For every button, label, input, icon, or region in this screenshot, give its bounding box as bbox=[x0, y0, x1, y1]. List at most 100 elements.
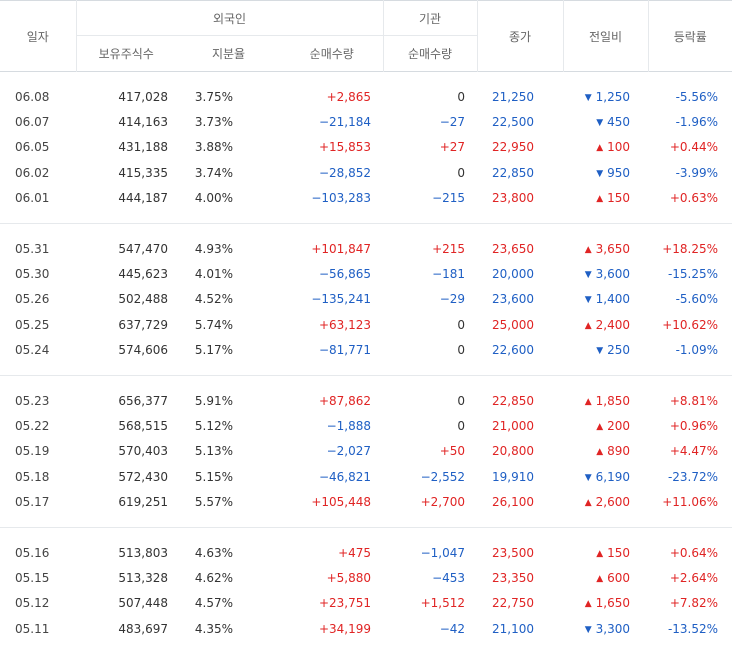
cell-rate: +10.62% bbox=[648, 312, 732, 337]
triangle-up-icon: ▲ bbox=[585, 498, 592, 508]
cell-change-value: 1,850 bbox=[596, 394, 630, 408]
cell-close: 20,800 bbox=[477, 439, 563, 464]
cell-inst-net: −42 bbox=[383, 616, 477, 641]
table-row: 05.26502,4884.52%−135,241−2923,600▼1,400… bbox=[0, 287, 732, 312]
cell-holdings: 431,188 bbox=[76, 135, 176, 160]
table-row: 06.07414,1633.73%−21,184−2722,500▼450-1.… bbox=[0, 109, 732, 134]
cell-foreign-net: +5,880 bbox=[281, 565, 383, 590]
cell-holdings: 619,251 bbox=[76, 489, 176, 514]
triangle-up-icon: ▲ bbox=[585, 245, 592, 255]
cell-date: 05.15 bbox=[0, 565, 76, 590]
cell-date: 05.26 bbox=[0, 287, 76, 312]
cell-change: ▲150 bbox=[563, 186, 648, 211]
cell-close: 22,600 bbox=[477, 338, 563, 363]
table-row: 05.15513,3284.62%+5,880−45323,350▲600+2.… bbox=[0, 565, 732, 590]
cell-date: 06.05 bbox=[0, 135, 76, 160]
cell-inst-net: 0 bbox=[383, 160, 477, 185]
cell-ratio: 5.13% bbox=[176, 439, 281, 464]
cell-change-value: 200 bbox=[607, 419, 630, 433]
table-row: 05.12507,4484.57%+23,751+1,51222,750▲1,6… bbox=[0, 591, 732, 616]
cell-change: ▼ 950 bbox=[563, 160, 648, 185]
cell-close: 22,750 bbox=[477, 591, 563, 616]
cell-date: 05.17 bbox=[0, 489, 76, 514]
cell-ratio: 3.74% bbox=[176, 160, 281, 185]
cell-close: 22,850 bbox=[477, 160, 563, 185]
cell-holdings: 570,403 bbox=[76, 439, 176, 464]
cell-inst-net: −1,047 bbox=[383, 540, 477, 565]
cell-foreign-net: −81,771 bbox=[281, 338, 383, 363]
cell-holdings: 444,187 bbox=[76, 186, 176, 211]
cell-holdings: 572,430 bbox=[76, 464, 176, 489]
cell-date: 05.24 bbox=[0, 338, 76, 363]
cell-holdings: 513,328 bbox=[76, 565, 176, 590]
triangle-up-icon: ▲ bbox=[585, 321, 592, 331]
cell-date: 06.08 bbox=[0, 84, 76, 109]
cell-holdings: 507,448 bbox=[76, 591, 176, 616]
col-header-inst-net: 순매수량 bbox=[383, 36, 477, 72]
cell-change: ▲150 bbox=[563, 540, 648, 565]
group-spacer bbox=[0, 515, 732, 528]
cell-close: 20,000 bbox=[477, 261, 563, 286]
col-header-rate: 등락률 bbox=[648, 1, 732, 72]
cell-foreign-net: −21,184 bbox=[281, 109, 383, 134]
cell-date: 05.23 bbox=[0, 388, 76, 413]
cell-inst-net: 0 bbox=[383, 338, 477, 363]
cell-inst-net: −181 bbox=[383, 261, 477, 286]
cell-foreign-net: −1,888 bbox=[281, 413, 383, 438]
col-header-date: 일자 bbox=[0, 1, 76, 72]
cell-inst-net: +2,700 bbox=[383, 489, 477, 514]
triangle-up-icon: ▲ bbox=[596, 422, 603, 432]
cell-rate: +2.64% bbox=[648, 565, 732, 590]
cell-rate: -15.25% bbox=[648, 261, 732, 286]
cell-change-value: 150 bbox=[607, 191, 630, 205]
cell-holdings: 502,488 bbox=[76, 287, 176, 312]
cell-change: ▲1,850 bbox=[563, 388, 648, 413]
triangle-up-icon: ▲ bbox=[596, 549, 603, 559]
investor-trading-table: 일자 외국인 기관 종가 전일비 등락률 보유주식수 지분율 순매수량 순매수량… bbox=[0, 0, 732, 653]
cell-date: 05.11 bbox=[0, 616, 76, 641]
cell-change: ▼1,400 bbox=[563, 287, 648, 312]
cell-change-value: 450 bbox=[607, 115, 630, 129]
table-row: 05.19570,4035.13%−2,027+5020,800▲890+4.4… bbox=[0, 439, 732, 464]
group-spacer bbox=[0, 528, 732, 540]
cell-rate: -5.60% bbox=[648, 287, 732, 312]
cell-inst-net: +215 bbox=[383, 236, 477, 261]
col-header-institution: 기관 bbox=[383, 1, 477, 36]
cell-change-value: 1,250 bbox=[596, 90, 630, 104]
triangle-up-icon: ▲ bbox=[585, 599, 592, 609]
cell-foreign-net: +475 bbox=[281, 540, 383, 565]
cell-date: 05.12 bbox=[0, 591, 76, 616]
cell-rate: -5.56% bbox=[648, 84, 732, 109]
cell-ratio: 5.15% bbox=[176, 464, 281, 489]
cell-ratio: 5.57% bbox=[176, 489, 281, 514]
cell-foreign-net: −2,027 bbox=[281, 439, 383, 464]
col-header-change: 전일비 bbox=[563, 1, 648, 72]
cell-change-value: 3,300 bbox=[596, 622, 630, 636]
cell-rate: +18.25% bbox=[648, 236, 732, 261]
cell-holdings: 574,606 bbox=[76, 338, 176, 363]
cell-close: 23,600 bbox=[477, 287, 563, 312]
group-spacer bbox=[0, 641, 732, 653]
cell-inst-net: 0 bbox=[383, 413, 477, 438]
col-header-holdings: 보유주식수 bbox=[76, 36, 176, 72]
cell-inst-net: −2,552 bbox=[383, 464, 477, 489]
cell-ratio: 3.73% bbox=[176, 109, 281, 134]
triangle-down-icon: ▼ bbox=[585, 625, 592, 635]
cell-ratio: 3.88% bbox=[176, 135, 281, 160]
group-spacer bbox=[0, 211, 732, 224]
table-row: 06.05431,1883.88%+15,853+2722,950▲100+0.… bbox=[0, 135, 732, 160]
cell-holdings: 547,470 bbox=[76, 236, 176, 261]
cell-foreign-net: +34,199 bbox=[281, 616, 383, 641]
cell-close: 22,850 bbox=[477, 388, 563, 413]
cell-ratio: 4.93% bbox=[176, 236, 281, 261]
cell-change-value: 2,600 bbox=[596, 495, 630, 509]
cell-holdings: 637,729 bbox=[76, 312, 176, 337]
triangle-down-icon: ▼ bbox=[596, 169, 603, 179]
cell-close: 21,250 bbox=[477, 84, 563, 109]
cell-close: 22,950 bbox=[477, 135, 563, 160]
cell-change-value: 950 bbox=[607, 166, 630, 180]
table-row: 05.18572,4305.15%−46,821−2,55219,910▼6,1… bbox=[0, 464, 732, 489]
cell-change: ▲3,650 bbox=[563, 236, 648, 261]
cell-inst-net: −453 bbox=[383, 565, 477, 590]
cell-date: 06.07 bbox=[0, 109, 76, 134]
